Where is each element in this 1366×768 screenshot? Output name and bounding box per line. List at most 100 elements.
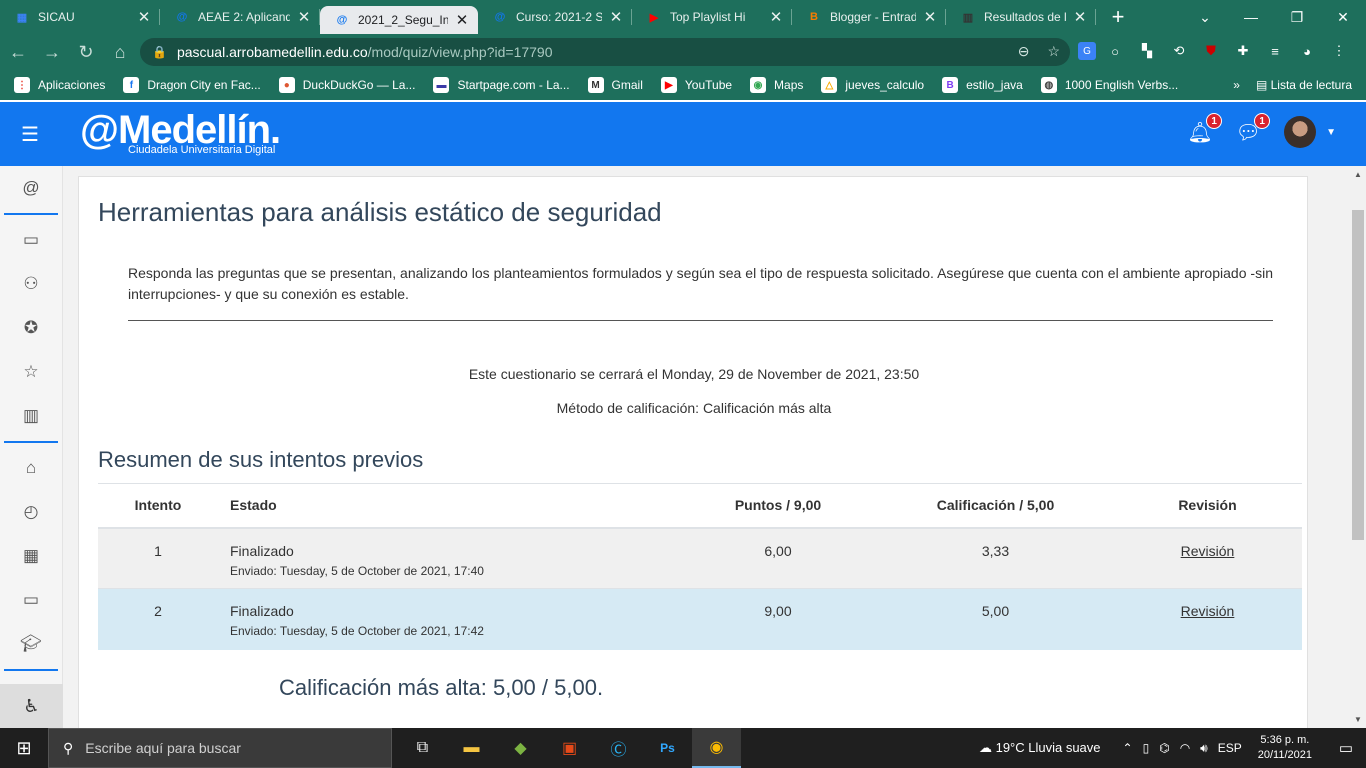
globe-icon: ◍ [1040,77,1057,93]
bookmark-item[interactable]: ◍ 1000 English Verbs... [1040,77,1178,93]
ublock-extension-icon[interactable]: ⛊ [1198,38,1224,64]
bookmarks-more-button[interactable]: » [1233,78,1240,92]
tray-network-icon[interactable]: ⌬ [1159,741,1169,755]
browser-tab[interactable]: ▥ Resultados de la ✕ [946,0,1096,34]
bookmark-item[interactable]: ◉ Maps [750,77,803,93]
browser-tab[interactable]: B Blogger - Entrada ✕ [792,0,946,34]
clock[interactable]: 5:36 p. m. 20/11/2021 [1258,733,1312,763]
page-scrollbar[interactable]: ▲ ▼ [1350,166,1366,728]
tray-chevron-icon[interactable]: ⌃ [1123,741,1133,755]
chrome-icon[interactable]: ◉ [692,728,741,768]
bookmark-item[interactable]: ● DuckDuckGo — La... [278,77,415,93]
badges-icon[interactable]: ✪ [0,306,62,350]
facebook-icon: f [123,77,140,93]
notifications-bell-icon[interactable]: 🔔︎ 1 [1187,113,1223,147]
zoom-icon[interactable]: ⊖ [1018,43,1030,60]
file-explorer-icon[interactable]: ▬ [447,728,496,768]
user-menu-caret-icon[interactable]: ▼ [1326,127,1336,138]
new-tab-button[interactable]: + [1106,4,1130,30]
loading-extension-icon[interactable]: ○ [1102,38,1128,64]
bookmark-item[interactable]: M Gmail [587,77,643,93]
taskbar-search[interactable]: ⚲ Escribe aquí para buscar [48,728,392,768]
attempts-table: Intento Estado Puntos / 9,00 Calificació… [98,483,1302,650]
close-window-icon[interactable]: ✕ [1320,9,1366,26]
bookmark-item[interactable]: △ jueves_calculo [821,77,924,93]
close-tab-icon[interactable]: ✕ [922,8,938,26]
translate-extension-icon[interactable]: G [1078,42,1096,60]
lock-icon[interactable]: 🔒 [152,45,167,59]
browser-tab[interactable]: ▦ SICAU ✕ [0,0,160,34]
reading-list-icon: ▤ [1255,78,1271,92]
best-grade: Calificación más alta: 5,00 / 5,00. [279,675,604,700]
quiz-intro: Responda las preguntas que se presentan,… [128,265,1273,302]
extensions-puzzle-icon[interactable]: ✚ [1230,38,1256,64]
minimize-icon[interactable]: — [1228,9,1274,25]
language-indicator[interactable]: ESP [1218,741,1242,755]
scroll-thumb[interactable] [1352,210,1364,540]
scroll-down-icon[interactable]: ▼ [1350,711,1366,728]
close-tab-icon[interactable]: ✕ [768,8,784,26]
bookmark-item[interactable]: Bestilo_java [942,77,1023,93]
scroll-up-icon[interactable]: ▲ [1350,166,1366,183]
user-avatar[interactable] [1284,116,1317,148]
bookmark-label: YouTube [684,78,733,92]
site-logo[interactable]: @Medellín. Ciudadela Universitaria Digit… [80,110,281,156]
restore-icon[interactable]: ❐ [1274,9,1320,26]
browser-tab[interactable]: @2021_2_Segu_Info ✕ [320,6,478,34]
profile-avatar-icon[interactable]: ◕ [1294,38,1320,64]
close-tab-icon[interactable]: ✕ [454,11,470,29]
browser-tab[interactable]: @ AEAE 2: Aplicando ✕ [160,0,320,34]
sync-extension-icon[interactable]: ⟲ [1166,38,1192,64]
bookmarks-bar: ⋮ Aplicaciones f Dragon City en Fac... ● Duck… [0,70,1366,100]
address-bar[interactable]: 🔒 pascual.arrobamedellin.edu.co/mod/quiz… [140,38,1070,66]
my-courses-cap-icon[interactable]: 🎓︎ [0,622,62,666]
app-cube-icon[interactable]: ◆ [496,728,545,768]
participants-icon[interactable]: ⚇ [0,262,62,306]
competencies-star-icon[interactable]: ☆ [0,350,62,394]
close-tab-icon[interactable]: ✕ [1072,8,1088,26]
site-navbar: ☰ @Medellín. Ciudadela Universitaria Dig… [0,102,1366,166]
hamburger-menu-icon[interactable]: ☰ [0,122,60,147]
reading-list-button[interactable]: ▤ Lista de lectura [1256,78,1352,92]
bookmark-item[interactable]: f Dragon City en Fac... [123,77,261,93]
close-tab-icon[interactable]: ✕ [296,8,312,26]
reload-icon[interactable]: ↻ [70,36,102,68]
forward-icon[interactable]: → [36,36,68,68]
home-icon[interactable]: ⌂ [104,36,136,68]
media-queue-icon[interactable]: ≡ [1262,38,1288,64]
volume-icon[interactable]: 🔊︎ [1200,741,1208,756]
folder-icon[interactable]: ▭ [0,218,62,262]
browser-tab[interactable]: ▶ Top Playlist Hi ✕ [632,0,792,34]
private-files-folder-icon[interactable]: ▭ [0,578,62,622]
menu-kebab-icon[interactable]: ⋮ [1326,38,1352,64]
bookmark-item[interactable]: ▶ YouTube [660,77,733,93]
screen-extension-icon[interactable]: ▚ [1134,38,1160,64]
task-view-icon[interactable]: ⧉ [398,728,447,768]
browser-tab[interactable]: @ Curso: 2021-2 SEG ✕ [478,0,632,34]
bookmark-item[interactable]: ▬ Startpage.com - La... [433,77,570,93]
course-at-icon[interactable]: @ [0,166,62,210]
bookmark-item[interactable]: ⋮ Aplicaciones [14,77,105,93]
review-link[interactable]: Revisión [1181,603,1235,619]
weather-widget[interactable]: ☁ 19°C Lluvia suave [979,740,1101,756]
bookmark-star-icon[interactable]: ☆ [1047,43,1060,60]
windows-start-icon[interactable]: ⊞ [0,728,48,768]
messages-bubble-icon[interactable]: 💬︎ 1 [1235,113,1271,147]
search-placeholder: Escribe aquí para buscar [85,740,241,756]
grades-book-icon[interactable]: ▥ [0,394,62,438]
close-tab-icon[interactable]: ✕ [608,8,624,26]
accessibility-icon[interactable]: ♿︎ [0,684,63,728]
photoshop-icon[interactable]: Ps [643,728,692,768]
wifi-icon[interactable]: ◠ [1180,741,1190,755]
tab-search-icon[interactable]: ⌄ [1182,9,1228,26]
c-app-icon[interactable]: Ⓒ [594,728,643,768]
site-home-gauge-icon[interactable]: ◴ [0,490,62,534]
close-tab-icon[interactable]: ✕ [136,8,152,26]
action-center-icon[interactable]: ▭ [1326,739,1366,757]
review-link[interactable]: Revisión [1181,543,1235,559]
calendar-icon[interactable]: ▦ [0,534,62,578]
dashboard-home-icon[interactable]: ⌂ [0,446,62,490]
back-icon[interactable]: ← [2,36,34,68]
office-icon[interactable]: ▣ [545,728,594,768]
tray-device-icon[interactable]: ▯ [1143,741,1150,755]
